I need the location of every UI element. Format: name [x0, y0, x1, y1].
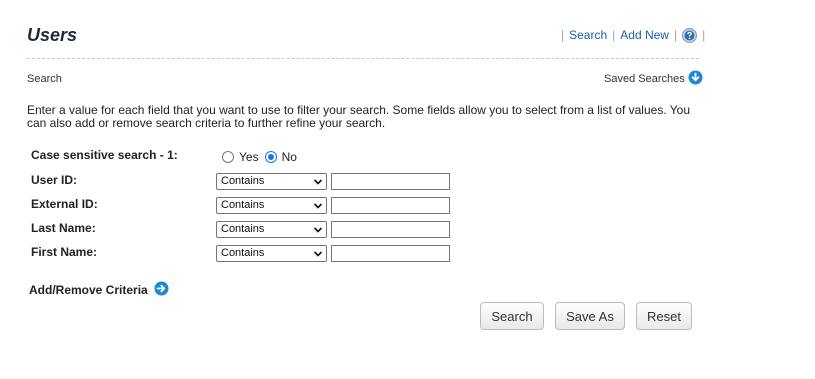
search-button[interactable]: Search — [480, 302, 544, 330]
first-name-label: First Name: — [31, 245, 98, 259]
first-name-input[interactable] — [331, 245, 450, 262]
reset-button[interactable]: Reset — [636, 302, 692, 330]
case-sensitive-label: Case sensitive search - 1: — [31, 148, 178, 162]
chevron-down-icon — [313, 203, 323, 209]
page-title: Users — [27, 25, 78, 45]
case-sensitive-radio-group: Yes No — [222, 149, 303, 165]
arrow-down-circle-icon[interactable] — [688, 70, 703, 88]
radio-yes[interactable] — [222, 151, 234, 163]
external-id-input[interactable] — [331, 197, 450, 214]
help-icon[interactable] — [682, 27, 698, 43]
save-as-button[interactable]: Save As — [555, 302, 625, 330]
link-separator: | — [702, 28, 706, 42]
radio-no[interactable] — [264, 151, 277, 163]
select-value: Contains — [221, 175, 265, 187]
radio-no-label: No — [281, 150, 297, 164]
user-id-label: User ID: — [31, 173, 78, 187]
user-id-input[interactable] — [331, 173, 450, 190]
external-id-operator-select[interactable]: Contains — [216, 197, 327, 214]
arrow-right-circle-icon[interactable] — [154, 281, 169, 299]
header-divider — [27, 58, 699, 59]
chevron-down-icon — [313, 251, 323, 257]
search-link[interactable]: Search — [569, 28, 607, 42]
last-name-operator-select[interactable]: Contains — [216, 221, 327, 238]
link-separator: | — [673, 28, 678, 42]
last-name-label: Last Name: — [31, 221, 96, 235]
header-links: | Search | Add New | | — [556, 27, 710, 43]
saved-searches-label: Saved Searches — [604, 73, 685, 85]
intro-text: Enter a value for each field that you wa… — [27, 103, 691, 130]
radio-yes-label: Yes — [239, 150, 259, 164]
link-separator: | — [561, 28, 565, 42]
saved-searches-link[interactable]: Saved Searches — [604, 70, 703, 88]
select-value: Contains — [221, 247, 265, 259]
section-label: Search — [27, 73, 62, 85]
first-name-operator-select[interactable]: Contains — [216, 245, 327, 262]
select-value: Contains — [221, 199, 265, 211]
chevron-down-icon — [313, 227, 323, 233]
chevron-down-icon — [313, 179, 323, 185]
last-name-input[interactable] — [331, 221, 450, 238]
add-remove-criteria-label: Add/Remove Criteria — [29, 283, 148, 297]
add-remove-criteria-link[interactable]: Add/Remove Criteria — [29, 281, 169, 299]
select-value: Contains — [221, 223, 265, 235]
link-separator: | — [612, 28, 616, 42]
add-new-link[interactable]: Add New — [620, 28, 669, 42]
external-id-label: External ID: — [31, 197, 98, 211]
user-id-operator-select[interactable]: Contains — [216, 173, 327, 190]
